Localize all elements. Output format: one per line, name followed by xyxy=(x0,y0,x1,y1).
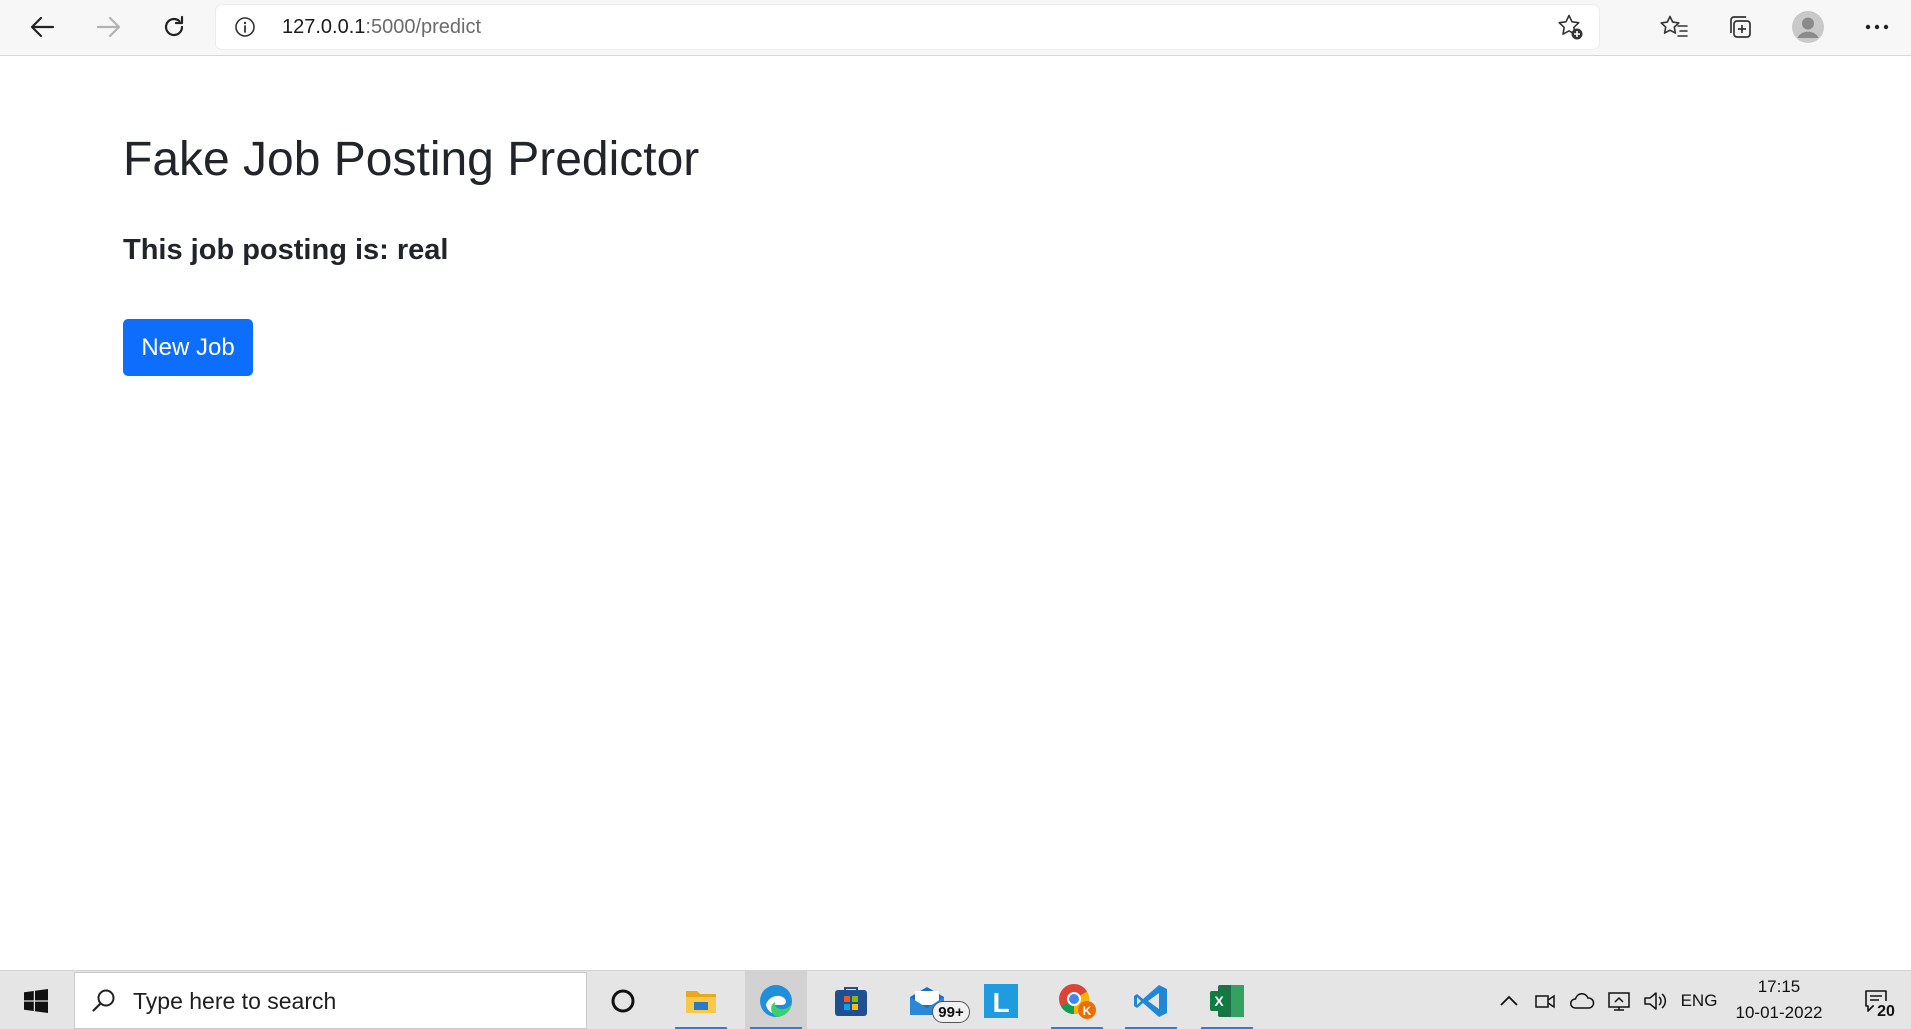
address-bar[interactable]: 127.0.0.1:5000/predict xyxy=(216,5,1599,49)
refresh-button[interactable] xyxy=(152,7,196,47)
more-button[interactable] xyxy=(1855,7,1899,47)
prediction-result: This job posting is: real xyxy=(123,234,449,266)
forward-arrow-icon xyxy=(96,16,121,38)
browser-toolbar: 127.0.0.1:5000/predict xyxy=(0,0,1911,56)
excel-icon: X xyxy=(1210,984,1244,1017)
chrome-icon: K xyxy=(1059,983,1096,1019)
edge-icon xyxy=(760,984,792,1017)
microsoft-store-icon xyxy=(835,986,867,1016)
cortana-icon xyxy=(611,989,635,1012)
add-favorite-icon xyxy=(1558,14,1583,40)
language-indicator: ENG xyxy=(1680,990,1718,1010)
volume-button[interactable] xyxy=(1638,971,1672,1029)
show-hidden-icons-button[interactable] xyxy=(1494,971,1524,1029)
language-button[interactable]: ENG xyxy=(1674,971,1724,1029)
file-explorer-button[interactable] xyxy=(670,971,732,1029)
profile-icon xyxy=(1792,11,1824,43)
collections-button[interactable] xyxy=(1718,7,1762,47)
refresh-icon xyxy=(164,15,184,37)
l-app-button[interactable]: L xyxy=(970,971,1032,1029)
collections-icon xyxy=(1730,16,1751,38)
file-explorer-icon xyxy=(686,990,716,1013)
chrome-button[interactable]: K xyxy=(1046,971,1108,1029)
info-icon[interactable] xyxy=(234,16,256,38)
url-text[interactable]: 127.0.0.1:5000/predict xyxy=(282,5,481,49)
l-app-icon: L xyxy=(984,983,1018,1018)
microsoft-store-button[interactable] xyxy=(820,971,882,1029)
page-title: Fake Job Posting Predictor xyxy=(123,133,700,186)
vscode-icon xyxy=(1134,984,1167,1017)
mail-badge: 99+ xyxy=(932,1001,970,1023)
start-button[interactable] xyxy=(0,971,72,1029)
cortana-button[interactable] xyxy=(592,971,654,1029)
clock-time: 17:15 xyxy=(1757,977,1801,996)
notification-count: 20 xyxy=(1874,1001,1898,1023)
favorites-button[interactable] xyxy=(1652,7,1696,47)
excel-letter: X xyxy=(1214,993,1224,1009)
taskbar: Type here to search 99+ L K X ENG 17:15 … xyxy=(0,970,1911,1029)
search-icon xyxy=(92,989,115,1012)
onedrive-button[interactable] xyxy=(1564,971,1600,1029)
edge-button[interactable] xyxy=(745,971,807,1029)
add-favorite-button[interactable] xyxy=(1553,12,1587,42)
profile-button[interactable] xyxy=(1786,7,1830,47)
clock[interactable]: 17:15 10-01-2022 xyxy=(1726,971,1832,1029)
speaker-icon xyxy=(1644,991,1667,1010)
start-icon xyxy=(24,988,48,1013)
excel-button[interactable]: X xyxy=(1196,971,1258,1029)
mail-button[interactable]: 99+ xyxy=(896,971,970,1029)
camera-icon xyxy=(1535,994,1555,1008)
search-placeholder: Type here to search xyxy=(133,988,337,1014)
vscode-button[interactable] xyxy=(1120,971,1182,1029)
back-arrow-icon xyxy=(30,16,55,38)
action-center-button[interactable]: 20 xyxy=(1850,971,1902,1029)
taskbar-search-box[interactable]: Type here to search xyxy=(74,972,587,1029)
chevron-up-icon xyxy=(1500,995,1518,1006)
cloud-icon xyxy=(1570,992,1595,1009)
new-job-button[interactable]: New Job xyxy=(123,319,253,376)
network-icon xyxy=(1608,991,1630,1011)
clock-date: 10-01-2022 xyxy=(1735,1003,1823,1022)
forward-button[interactable] xyxy=(87,7,131,47)
more-icon xyxy=(1865,24,1889,30)
url-path: :5000/predict xyxy=(365,16,482,38)
page-content: Fake Job Posting Predictor This job post… xyxy=(0,57,1911,970)
favorites-icon xyxy=(1660,15,1688,37)
l-app-letter: L xyxy=(992,987,1009,1018)
meet-now-button[interactable] xyxy=(1528,971,1562,1029)
network-button[interactable] xyxy=(1602,971,1636,1029)
back-button[interactable] xyxy=(20,7,64,47)
url-host: 127.0.0.1 xyxy=(282,16,366,38)
chrome-profile-letter: K xyxy=(1083,1004,1092,1018)
